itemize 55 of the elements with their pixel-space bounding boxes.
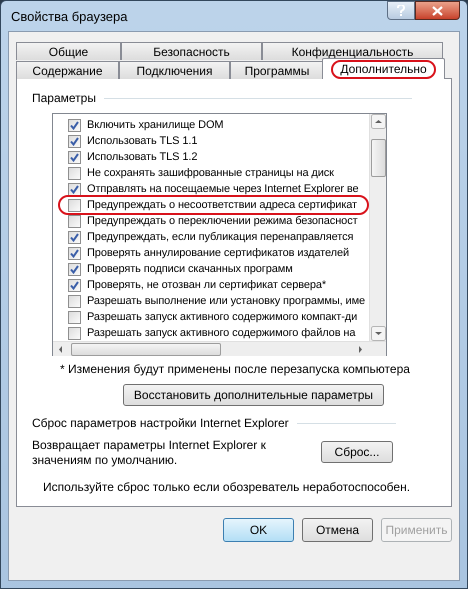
checkbox[interactable]	[68, 214, 81, 228]
setting-label: Предупреждать, если публикация перенаправляется	[87, 230, 354, 245]
setting-label: Предупреждать о несоответствии адреса сертификат	[87, 198, 357, 213]
help-button[interactable]	[387, 1, 415, 20]
setting-label: Разрешать выполнение или установку программы, име	[87, 294, 366, 309]
setting-label: Проверять аннулирование сертификатов издателей	[87, 246, 350, 261]
tab[interactable]: Дополнительно	[322, 58, 445, 79]
setting-label: Отправлять на посещаемые через Internet Explorer ве	[87, 182, 359, 197]
tab[interactable]: Безопасность	[121, 42, 262, 60]
tab[interactable]: Содержание	[16, 61, 119, 79]
tab[interactable]: Подключения	[119, 61, 230, 79]
setting-label: Не сохранять зашифрованные страницы на диск	[87, 166, 334, 181]
setting-label: Проверять, не отозван ли сертификат сервера*	[87, 278, 326, 293]
restart-note: * Изменения будут применены после перезапуска компьютера	[60, 361, 411, 378]
checkbox[interactable]	[68, 262, 81, 276]
setting-label: Использовать TLS 1.2	[87, 150, 198, 165]
group-title: Сброс параметров настройки Internet Explorer	[32, 415, 289, 432]
cancel-button[interactable]: Отмена	[302, 518, 373, 542]
setting-label: Включить хранилище DOM	[87, 118, 224, 133]
checkbox[interactable]	[68, 294, 81, 308]
ok-button[interactable]: OK	[223, 518, 294, 542]
close-button[interactable]	[415, 1, 460, 20]
help-icon	[397, 5, 405, 16]
checkbox[interactable]	[68, 278, 81, 292]
checkbox[interactable]	[68, 230, 81, 244]
tab[interactable]: Программы	[230, 61, 324, 79]
horizontal-scrollbar[interactable]	[53, 341, 386, 356]
checkbox[interactable]	[68, 182, 81, 196]
checkbox[interactable]	[68, 150, 81, 164]
window-title: Свойства браузера	[10, 8, 128, 26]
checkbox[interactable]	[68, 118, 81, 132]
checkbox[interactable]	[68, 246, 81, 260]
tab[interactable]: Общие	[16, 42, 121, 60]
reset-hint: Используйте сброс только если обозреватель неработоспособен.	[43, 479, 412, 496]
scroll-thumb[interactable]	[370, 138, 386, 176]
setting-label: Использовать TLS 1.1	[87, 134, 198, 149]
setting-label: Предупреждать о переключении режима безопасност	[87, 214, 358, 229]
checkbox[interactable]	[68, 166, 81, 180]
checkbox[interactable]	[68, 198, 81, 212]
close-icon	[432, 6, 443, 16]
tab[interactable]: Конфиденциальность	[262, 42, 443, 60]
group-title: Параметры	[32, 90, 96, 107]
reset-button[interactable]: Сброс...	[321, 441, 393, 463]
checkbox[interactable]	[68, 326, 81, 340]
scroll-down-icon[interactable]	[370, 326, 386, 341]
scroll-up-icon[interactable]	[370, 114, 386, 129]
setting-label: Проверять подписи скачанных программ	[87, 262, 293, 277]
restore-defaults-button[interactable]: Восстановить дополнительные параметры	[122, 384, 384, 406]
scroll-thumb[interactable]	[71, 342, 221, 356]
setting-label: Разрешать запуск активного содержимого компакт-ди	[87, 310, 358, 325]
reset-description: Возвращает параметры Internet Explorer к значениям по умолчанию.	[32, 438, 267, 468]
setting-label: Разрешать запуск активного содержимого файлов на	[87, 326, 356, 341]
checkbox[interactable]	[68, 310, 81, 324]
checkbox[interactable]	[68, 134, 81, 148]
vertical-scrollbar[interactable]	[369, 114, 386, 341]
